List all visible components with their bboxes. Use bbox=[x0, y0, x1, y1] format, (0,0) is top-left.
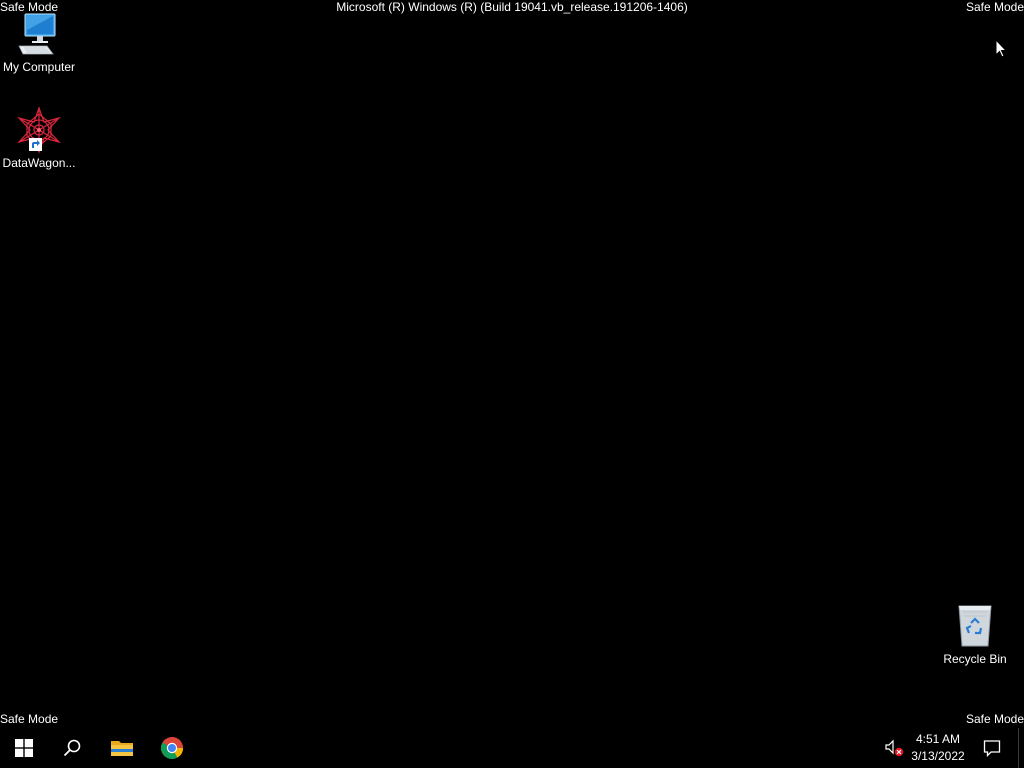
windows-logo-icon bbox=[15, 739, 33, 757]
desktop-icon-label: DataWagon... bbox=[2, 156, 76, 170]
file-explorer-button[interactable] bbox=[98, 728, 146, 768]
show-desktop-button[interactable] bbox=[1018, 728, 1024, 768]
chrome-icon bbox=[161, 737, 183, 759]
volume-muted-icon bbox=[885, 739, 904, 757]
datawagon-icon bbox=[15, 106, 63, 154]
desktop-icon-datawagon[interactable]: DataWagon... bbox=[0, 106, 78, 170]
safe-mode-label-bottom-left: Safe Mode bbox=[0, 712, 59, 726]
mouse-cursor-icon bbox=[995, 38, 1009, 59]
recycle-bin-icon bbox=[951, 602, 999, 650]
taskbar: 4:51 AM 3/13/2022 bbox=[0, 728, 1024, 768]
chrome-button[interactable] bbox=[148, 728, 196, 768]
clock-time: 4:51 AM bbox=[915, 732, 961, 746]
build-info-label: Microsoft (R) Windows (R) (Build 19041.v… bbox=[336, 0, 688, 14]
volume-muted-button[interactable] bbox=[884, 738, 906, 758]
folder-icon bbox=[111, 741, 133, 756]
safe-mode-label-top-right: Safe Mode bbox=[965, 0, 1024, 14]
search-button[interactable] bbox=[48, 728, 96, 768]
shortcut-arrow-icon bbox=[29, 138, 42, 151]
computer-icon bbox=[15, 10, 63, 58]
desktop-icon-my-computer[interactable]: My Computer bbox=[0, 10, 78, 74]
clock-date: 3/13/2022 bbox=[911, 749, 965, 763]
action-center-icon bbox=[983, 740, 1001, 757]
search-icon bbox=[63, 739, 81, 757]
taskbar-clock[interactable]: 4:51 AM 3/13/2022 bbox=[906, 731, 970, 765]
start-button[interactable] bbox=[0, 728, 48, 768]
desktop-icon-label: Recycle Bin bbox=[943, 652, 1007, 666]
desktop-icon-recycle-bin[interactable]: Recycle Bin bbox=[936, 602, 1014, 666]
desktop-icon-label: My Computer bbox=[2, 60, 76, 74]
action-center-button[interactable] bbox=[976, 728, 1008, 768]
desktop[interactable]: Safe Mode Microsoft (R) Windows (R) (Bui… bbox=[0, 0, 1024, 728]
safe-mode-label-bottom-right: Safe Mode bbox=[965, 712, 1024, 726]
